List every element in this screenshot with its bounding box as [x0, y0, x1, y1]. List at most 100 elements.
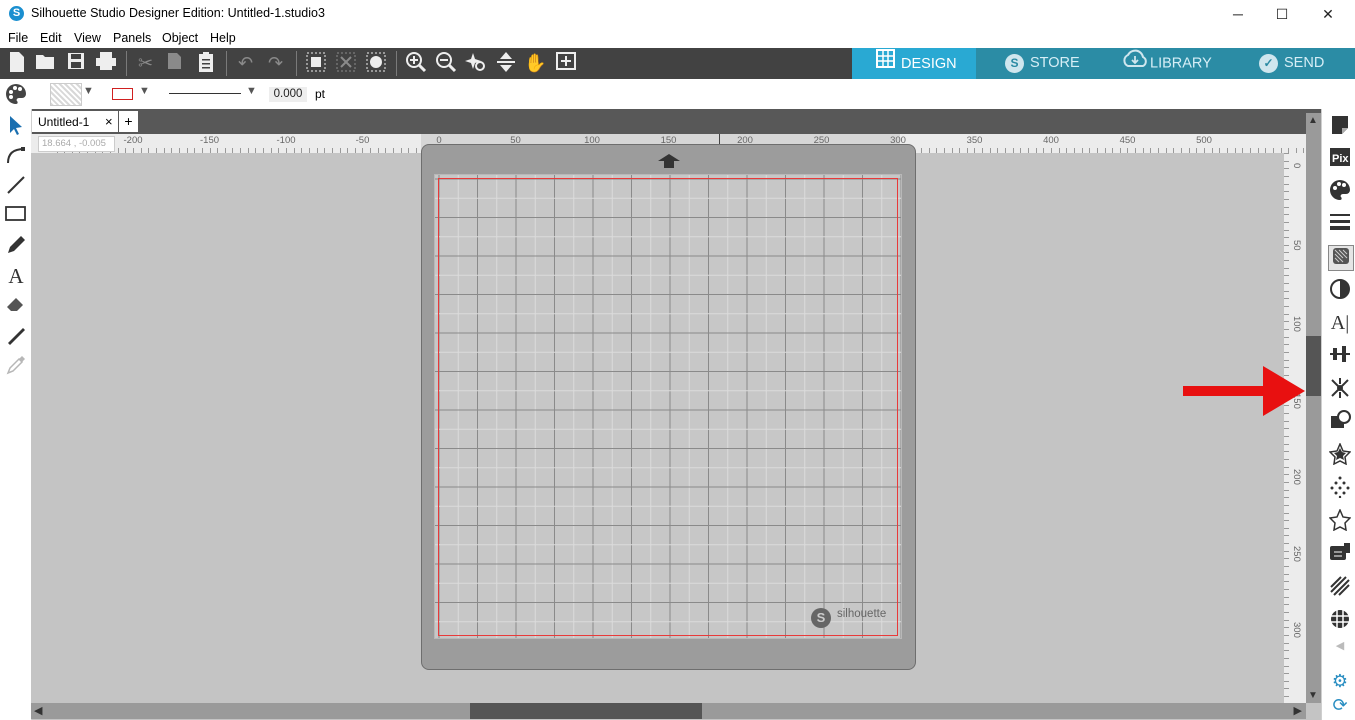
scroll-right-arrow-icon[interactable]: ▶: [1294, 704, 1302, 717]
copy-icon[interactable]: [162, 51, 187, 76]
menu-help[interactable]: Help: [210, 31, 236, 45]
line-tool-icon[interactable]: [5, 175, 27, 197]
vertical-ruler-tick: [1284, 673, 1289, 674]
modify-shapes-icon[interactable]: [1328, 410, 1352, 434]
menu-object[interactable]: Object: [162, 31, 198, 45]
undo-icon[interactable]: ↶: [233, 51, 258, 76]
ruler-tick: [1089, 148, 1090, 153]
vertical-ruler-tick: [1284, 635, 1289, 636]
zoom-out-icon[interactable]: [433, 51, 458, 76]
line-style-dropdown-arrow-icon[interactable]: ▼: [246, 85, 257, 97]
knife-tool-icon[interactable]: [5, 325, 27, 347]
horizontal-scrollbar[interactable]: ◀ ▶: [31, 703, 1306, 719]
vertical-ruler-tick: [1284, 589, 1289, 590]
ruler-tick: [263, 148, 264, 153]
ruler-tick: [1135, 148, 1136, 153]
tab-library[interactable]: LIBRARY: [1121, 49, 1212, 78]
settings-gear-icon[interactable]: ⚙: [1328, 669, 1352, 693]
close-button[interactable]: ✕: [1305, 0, 1351, 28]
minimize-button[interactable]: ─: [1215, 0, 1261, 28]
vertical-ruler-tick: [1284, 666, 1289, 667]
ruler-tick: [278, 148, 279, 153]
rectangle-tool-icon[interactable]: [5, 205, 27, 227]
line-color-swatch[interactable]: [112, 88, 133, 100]
ruler-tick: [1028, 148, 1029, 153]
warp-grid-icon[interactable]: [1328, 608, 1352, 632]
tab-design[interactable]: DESIGN: [852, 48, 976, 79]
document-tab[interactable]: Untitled-1 ×: [32, 111, 118, 132]
ungroup-icon[interactable]: [333, 51, 358, 76]
text-tool-icon[interactable]: A: [5, 265, 27, 287]
menu-view[interactable]: View: [74, 31, 101, 45]
close-tab-icon[interactable]: ×: [105, 114, 113, 129]
ruler-tick: [347, 148, 348, 153]
transparency-icon[interactable]: [1328, 278, 1352, 302]
pan-hand-icon[interactable]: ✋: [523, 51, 548, 76]
ruler-label: -100: [276, 135, 296, 146]
maximize-button[interactable]: ☐: [1259, 0, 1305, 28]
fill-swatch[interactable]: [50, 83, 82, 106]
select-arrow-icon[interactable]: [5, 115, 27, 137]
collapse-panel-arrow-icon[interactable]: ◀: [1328, 634, 1352, 658]
offset-star-icon[interactable]: [1328, 442, 1352, 467]
zoom-fit-icon[interactable]: [553, 51, 578, 76]
pencil-tool-icon[interactable]: [5, 235, 27, 257]
group-icon[interactable]: [303, 51, 328, 76]
point-edit-icon[interactable]: [5, 145, 27, 167]
add-tab-button[interactable]: +: [119, 111, 138, 132]
menu-edit[interactable]: Edit: [40, 31, 62, 45]
line-color-dropdown-arrow-icon[interactable]: ▼: [139, 85, 150, 97]
cut-scissors-icon[interactable]: ✂: [133, 51, 158, 76]
zoom-in-icon[interactable]: [403, 51, 428, 76]
fill-dropdown-arrow-icon[interactable]: ▼: [83, 85, 94, 97]
eraser-tool-icon[interactable]: [5, 295, 27, 317]
line-width-input[interactable]: 0.000: [269, 87, 307, 102]
scroll-up-arrow-icon[interactable]: ▲: [1308, 115, 1318, 126]
page-setup-icon[interactable]: [1328, 115, 1352, 139]
ruler-label: -50: [355, 135, 370, 146]
vertical-ruler-tick: [1284, 566, 1289, 567]
vertical-ruler-tick: [1284, 222, 1289, 223]
fill-color-palette-icon[interactable]: [1328, 179, 1352, 203]
line-style-preview[interactable]: [169, 93, 241, 94]
redo-icon[interactable]: ↷: [263, 51, 288, 76]
vertical-ruler-tick: [1284, 558, 1289, 559]
design-grid-icon: [876, 49, 895, 79]
scroll-down-arrow-icon[interactable]: ▼: [1308, 690, 1318, 701]
replicate-icon[interactable]: [1328, 377, 1352, 401]
fit-to-page-icon[interactable]: [493, 51, 518, 76]
menu-panels[interactable]: Panels: [113, 31, 151, 45]
new-document-icon[interactable]: [4, 51, 29, 76]
svg-text:Pix: Pix: [1332, 153, 1349, 165]
line-style-icon[interactable]: [1328, 212, 1352, 236]
trace-icon[interactable]: [1328, 476, 1352, 500]
vertical-ruler-tick: [1284, 344, 1289, 345]
print-icon[interactable]: [93, 51, 118, 76]
tab-send[interactable]: ✓ SEND: [1259, 49, 1324, 78]
open-folder-icon[interactable]: [33, 51, 58, 76]
menu-file[interactable]: File: [8, 31, 28, 45]
vertical-ruler-tick: [1284, 643, 1289, 644]
vertical-scrollbar[interactable]: ▲ ▼: [1306, 113, 1321, 703]
scroll-left-arrow-icon[interactable]: ◀: [34, 704, 42, 717]
paste-clipboard-icon[interactable]: [193, 51, 218, 76]
vertical-scroll-thumb[interactable]: [1306, 336, 1321, 396]
save-icon[interactable]: [63, 51, 88, 76]
favorites-star-icon[interactable]: [1328, 508, 1352, 533]
sync-refresh-icon[interactable]: ⟳: [1328, 693, 1352, 717]
sketch-icon[interactable]: [1328, 542, 1352, 566]
ruler-tick: [1082, 148, 1083, 153]
fill-pattern-icon[interactable]: [1328, 245, 1354, 271]
color-palette-icon[interactable]: [5, 83, 27, 105]
zoom-select-icon[interactable]: [463, 51, 488, 76]
ruler-tick: [156, 148, 157, 153]
text-style-icon[interactable]: A|: [1328, 311, 1352, 335]
align-icon[interactable]: [1328, 344, 1352, 368]
hatch-icon[interactable]: [1328, 575, 1352, 599]
fill-palette-icon[interactable]: [363, 51, 388, 76]
eyedropper-tool-icon[interactable]: [5, 355, 27, 377]
horizontal-scroll-thumb[interactable]: [470, 703, 702, 719]
tab-store[interactable]: S STORE: [1005, 49, 1080, 78]
pix-scan-icon[interactable]: Pix: [1328, 147, 1352, 171]
ruler-tick: [171, 148, 172, 153]
